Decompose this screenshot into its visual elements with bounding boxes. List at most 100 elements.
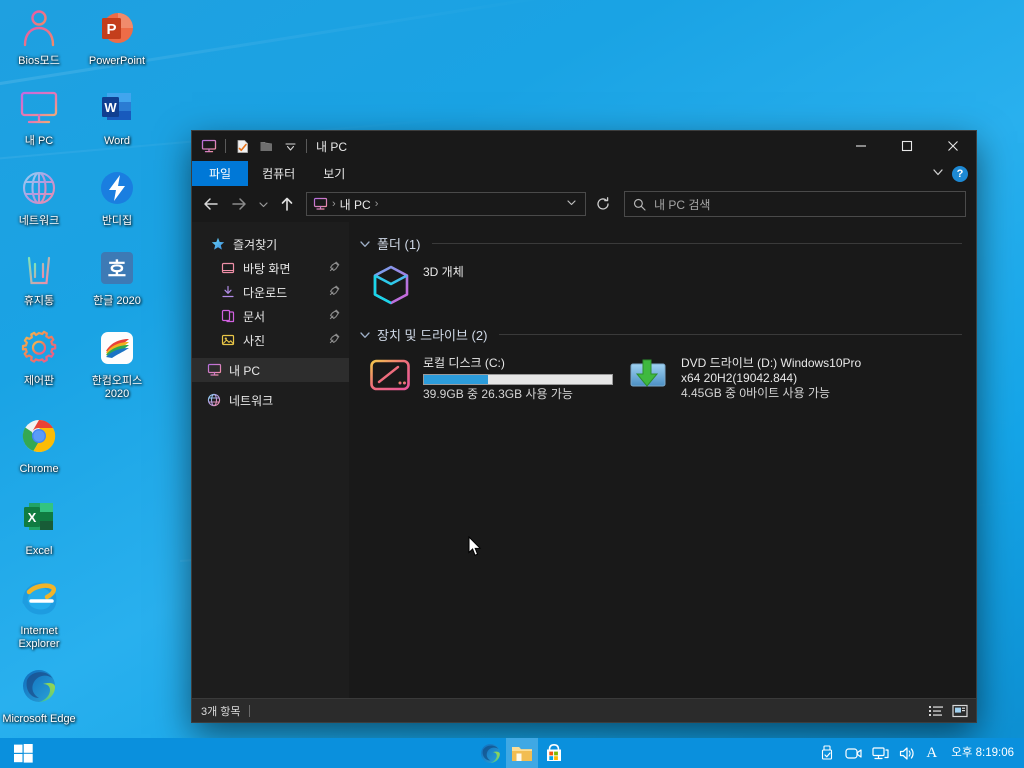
breadcrumb-item[interactable]: 내 PC — [340, 196, 371, 213]
taskbar-app-list[interactable] — [474, 738, 570, 768]
sidebar-item-network[interactable]: 네트워크 — [192, 388, 349, 412]
taskbar-clock[interactable]: 오후 8:19:06 — [947, 747, 1014, 760]
tab-view[interactable]: 보기 — [309, 161, 359, 186]
taskbar-item-file-explorer[interactable] — [506, 738, 538, 768]
breadcrumb-separator[interactable]: › — [332, 198, 336, 210]
documents-icon — [220, 308, 236, 324]
desktop-icon-bios-mode[interactable]: Bios모드 — [0, 4, 78, 68]
quick-access-toolbar[interactable] — [198, 135, 310, 157]
item-dvd-drive-d[interactable]: DVD 드라이브 (D:) Windows10Pro x64 20H2(1904… — [627, 352, 885, 410]
ribbon-right-controls[interactable]: ? — [932, 161, 976, 186]
desktop-icon-bandizip[interactable]: 반디집 — [78, 164, 156, 228]
explorer-body: 즐겨찾기 바탕 화면 다운로드 문서 사진 내 PC 네트워크 폴더 (1) 3… — [192, 222, 976, 698]
new-folder-icon[interactable] — [255, 135, 277, 157]
svg-text:P: P — [106, 21, 116, 38]
powerpoint-icon: P — [93, 4, 141, 52]
desktop-icon-hangul-2020[interactable]: 호 한글 2020 — [78, 244, 156, 308]
tab-file[interactable]: 파일 — [192, 161, 249, 186]
file-explorer-window[interactable]: 내 PC 파일 컴퓨터 보기 ? › 내 PC › 내 PC 검색 즐겨찾기 바… — [192, 131, 976, 722]
minimize-button[interactable] — [838, 131, 884, 161]
taskbar-item-microsoft-edge[interactable] — [474, 738, 506, 768]
close-button[interactable] — [930, 131, 976, 161]
search-placeholder: 내 PC 검색 — [654, 197, 711, 212]
title-bar[interactable]: 내 PC — [192, 131, 976, 161]
pin-icon[interactable] — [329, 261, 340, 275]
pin-icon[interactable] — [329, 333, 340, 347]
forward-button[interactable] — [226, 191, 252, 217]
dvd-drive-icon — [627, 354, 671, 398]
sidebar-item-quick-access[interactable]: 즐겨찾기 — [192, 232, 349, 256]
desktop-icon-recycle-bin[interactable]: 휴지통 — [0, 244, 78, 308]
item-count: 3개 항목 — [201, 705, 241, 718]
search-input[interactable]: 내 PC 검색 — [624, 191, 966, 217]
tab-computer[interactable]: 컴퓨터 — [248, 161, 309, 186]
sidebar-item-downloads[interactable]: 다운로드 — [192, 280, 349, 304]
navigation-pane[interactable]: 즐겨찾기 바탕 화면 다운로드 문서 사진 내 PC 네트워크 — [192, 222, 349, 698]
desktop-icon-word[interactable]: W Word — [78, 84, 156, 148]
pin-icon[interactable] — [329, 309, 340, 323]
taskbar[interactable]: A 오후 8:19:06 — [0, 738, 1024, 768]
chevron-down-icon[interactable] — [359, 238, 371, 250]
this-pc-icon[interactable] — [198, 135, 220, 157]
desktop-icon-chrome[interactable]: Chrome — [0, 412, 78, 476]
this-pc-icon — [206, 362, 222, 378]
back-button[interactable] — [198, 191, 224, 217]
up-button[interactable] — [274, 191, 300, 217]
content-pane[interactable]: 폴더 (1) 3D 개체 장치 및 드라이브 (2) 로컬 디스크 (C:) 3… — [349, 222, 976, 698]
desktop-icon-this-pc[interactable]: 내 PC — [0, 84, 78, 148]
desktop-icon-powerpoint[interactable]: P PowerPoint — [78, 4, 156, 68]
properties-icon[interactable] — [231, 135, 253, 157]
network-icon[interactable] — [872, 746, 890, 761]
refresh-button[interactable] — [590, 192, 616, 216]
recent-locations-button[interactable] — [254, 191, 272, 217]
chevron-down-icon[interactable] — [562, 195, 581, 213]
item-local-disk-c[interactable]: 로컬 디스크 (C:) 39.9GB 중 26.3GB 사용 가능 — [369, 352, 627, 402]
large-icons-view-icon[interactable] — [950, 702, 970, 720]
start-button[interactable] — [0, 738, 46, 768]
volume-icon[interactable] — [899, 746, 916, 761]
ribbon-tab-bar[interactable]: 파일 컴퓨터 보기 ? — [192, 161, 976, 186]
pin-icon[interactable] — [329, 285, 340, 299]
svg-text:호: 호 — [108, 258, 126, 281]
desktop-icon-microsoft-edge[interactable]: Microsoft Edge — [0, 662, 78, 726]
sidebar-item-pictures[interactable]: 사진 — [192, 328, 349, 352]
view-toggle-group[interactable] — [926, 702, 970, 720]
window-controls[interactable] — [838, 131, 976, 161]
status-bar: 3개 항목 — [192, 698, 976, 722]
svg-text:X: X — [28, 510, 37, 525]
maximize-button[interactable] — [884, 131, 930, 161]
desktop-icon-network[interactable]: 네트워크 — [0, 164, 78, 228]
svg-text:W: W — [104, 100, 117, 115]
3d-objects-icon — [369, 263, 413, 307]
help-button[interactable]: ? — [952, 165, 968, 182]
safely-remove-hardware-icon[interactable] — [820, 745, 835, 761]
sidebar-item-desktop[interactable]: 바탕 화면 — [192, 256, 349, 280]
this-pc-icon — [313, 197, 328, 211]
camera-icon[interactable] — [845, 746, 863, 761]
navigation-bar[interactable]: › 내 PC › 내 PC 검색 — [192, 186, 976, 222]
group-header-folders[interactable]: 폴더 (1) — [359, 234, 962, 253]
desktop-icon-label: Microsoft Edge — [2, 713, 76, 725]
chevron-down-icon[interactable] — [932, 165, 944, 183]
item-3d-objects[interactable]: 3D 개체 — [369, 261, 627, 315]
system-tray[interactable]: A 오후 8:19:06 — [820, 738, 1024, 768]
desktop-icon-hancom-office-2020[interactable]: 한컴오피스 2020 — [78, 324, 156, 400]
sidebar-item-label: 문서 — [243, 309, 266, 324]
details-view-icon[interactable] — [926, 702, 946, 720]
group-title: 폴더 (1) — [377, 237, 421, 252]
chevron-down-icon[interactable] — [279, 135, 301, 157]
ime-alpha-icon[interactable]: A — [926, 745, 937, 762]
taskbar-item-microsoft-store[interactable] — [538, 738, 570, 768]
address-bar[interactable]: › 내 PC › — [306, 192, 586, 216]
sidebar-item-this-pc[interactable]: 내 PC — [192, 358, 349, 382]
desktop-icon-excel[interactable]: X Excel — [0, 494, 78, 558]
breadcrumb-separator[interactable]: › — [375, 198, 379, 210]
desktop[interactable]: Bios모드 P PowerPoint 내 PC W Word 네트워크 반디집… — [0, 0, 1024, 768]
desktop-icon-internet-explorer[interactable]: Internet Explorer — [0, 574, 78, 650]
chevron-down-icon[interactable] — [359, 329, 371, 341]
toolbar-separator — [306, 139, 307, 153]
group-header-devices-and-drives[interactable]: 장치 및 드라이브 (2) — [359, 325, 962, 344]
excel-icon: X — [15, 494, 63, 542]
desktop-icon-control-panel[interactable]: 제어판 — [0, 324, 78, 388]
sidebar-item-documents[interactable]: 문서 — [192, 304, 349, 328]
